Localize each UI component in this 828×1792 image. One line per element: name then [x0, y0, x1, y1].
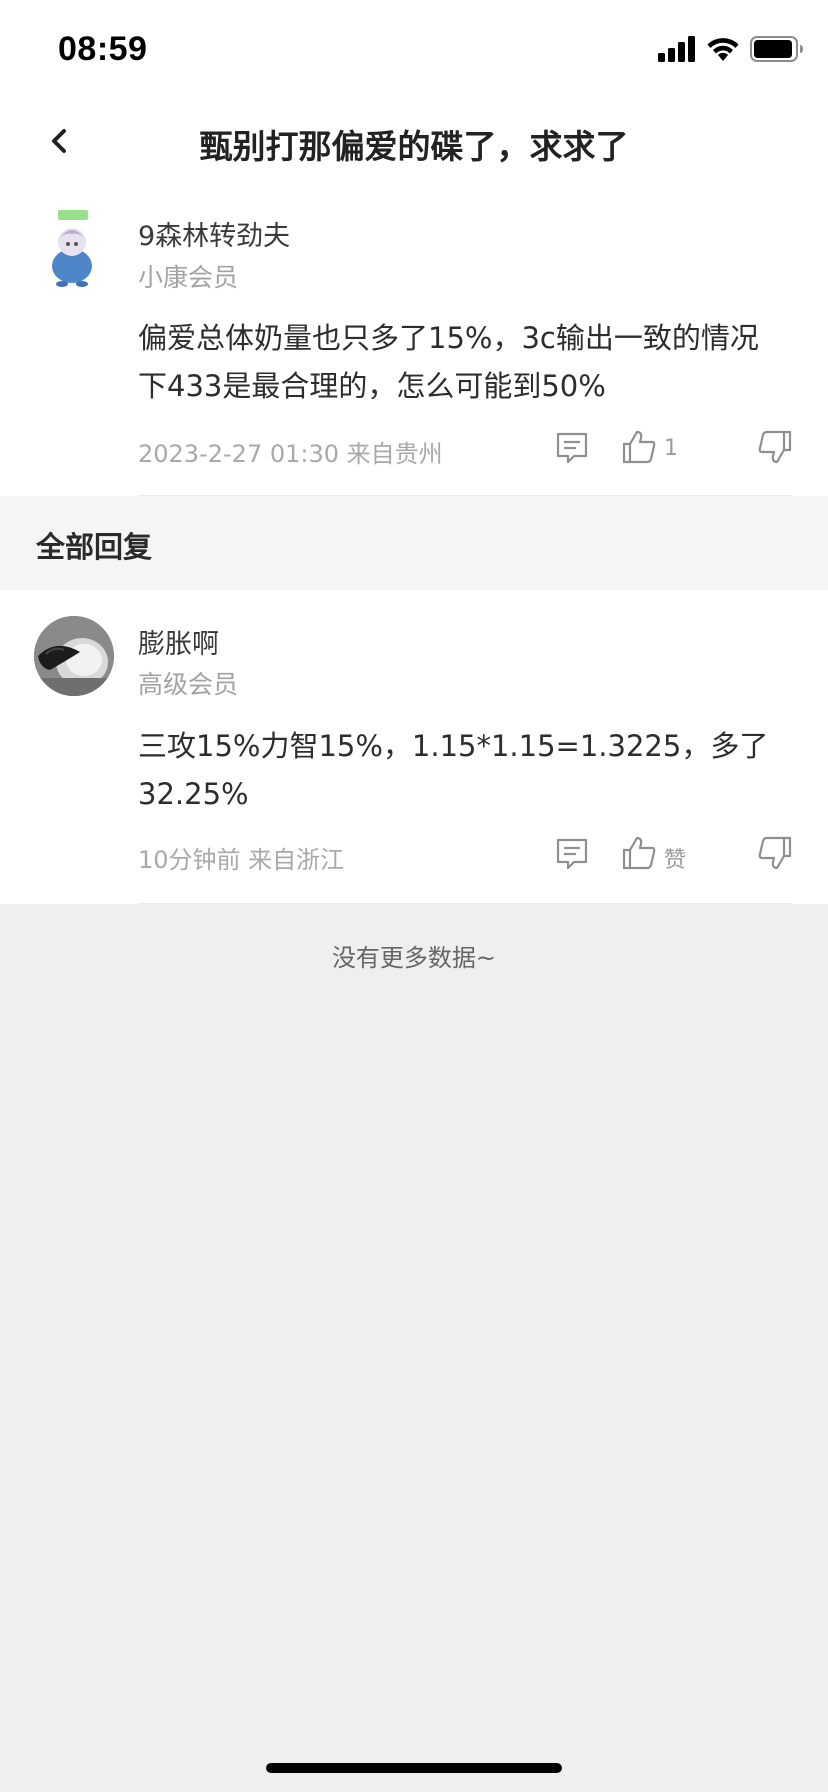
like-count: 1: [664, 436, 678, 461]
comment-meta: 2023-2-27 01:30 来自贵州: [138, 440, 443, 468]
back-button[interactable]: [36, 118, 82, 164]
user-name[interactable]: 膨胀啊: [138, 622, 219, 661]
section-header: 全部回复: [0, 496, 828, 590]
reply-button[interactable]: [554, 430, 590, 466]
reply-button[interactable]: [554, 836, 590, 872]
dislike-button[interactable]: [756, 834, 794, 874]
chevron-left-icon: [52, 129, 66, 153]
original-comment: 9森林转劲夫 小康会员 偏爱总体奶量也只多了15%，3c输出一致的情况下433是…: [0, 186, 828, 496]
status-bar: 08:59: [0, 0, 828, 96]
thumbs-down-icon: [758, 430, 792, 464]
like-button[interactable]: 赞: [620, 834, 710, 874]
reply-actions: 赞: [554, 834, 794, 878]
avatar[interactable]: [34, 208, 114, 288]
status-time: 08:59: [58, 30, 148, 68]
user-level: 小康会员: [138, 263, 239, 292]
section-title: 全部回复: [36, 530, 153, 564]
user-name[interactable]: 9森林转劲夫: [138, 214, 290, 253]
thumbs-down-icon: [758, 836, 792, 870]
divider: [138, 903, 792, 904]
avatar[interactable]: [34, 616, 114, 696]
signal-icon: [658, 36, 695, 62]
like-label: 赞: [664, 848, 687, 873]
avatar-image: [34, 616, 114, 696]
reply-item: 膨胀啊 高级会员 三攻15%力智15%，1.15*1.15=1.3225，多了3…: [0, 590, 828, 904]
reply-content: 三攻15%力智15%，1.15*1.15=1.3225，多了32.25%: [138, 729, 769, 811]
reply-meta: 10分钟前 来自浙江: [138, 846, 345, 874]
wifi-icon: [707, 38, 739, 61]
comment-icon: [556, 432, 588, 464]
page-title: 甄别打那偏爱的碟了，求求了: [199, 127, 629, 166]
home-indicator[interactable]: [266, 1763, 562, 1773]
comment-actions: 1: [554, 428, 794, 472]
like-button[interactable]: 1: [620, 428, 710, 468]
comment-icon: [556, 838, 588, 870]
no-more-data-text: 没有更多数据~: [331, 944, 497, 972]
thumbs-up-icon: [622, 836, 656, 870]
avatar-image: [34, 208, 114, 288]
thumbs-up-icon: [622, 430, 656, 464]
user-level: 高级会员: [138, 670, 239, 699]
dislike-button[interactable]: [756, 428, 794, 468]
nav-bar: 甄别打那偏爱的碟了，求求了: [0, 96, 828, 186]
comment-content: 偏爱总体奶量也只多了15%，3c输出一致的情况下433是最合理的，怎么可能到50…: [138, 321, 759, 403]
battery-icon: [750, 36, 803, 62]
